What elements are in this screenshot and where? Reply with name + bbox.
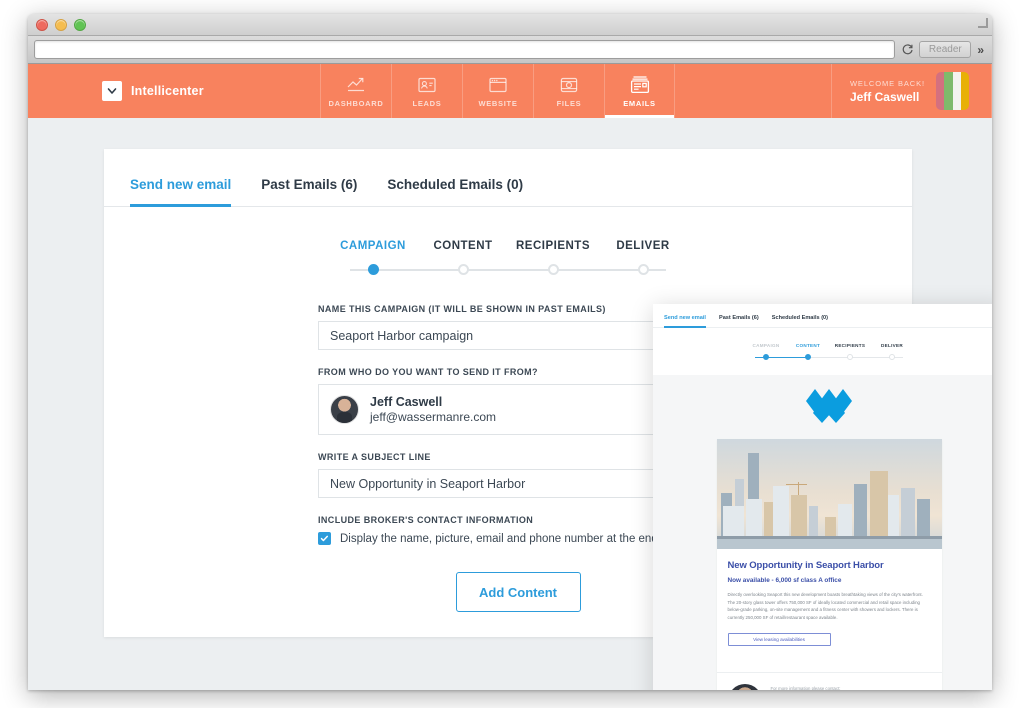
preview-stepper-track [745,354,913,361]
waterfront [716,539,942,549]
nav-label-dashboard: DASHBOARD [328,98,384,108]
preview-tab-past-emails[interactable]: Past Emails (6) [719,315,759,327]
browser-window-icon [488,75,508,95]
email-preview-panel: Send new email Past Emails (6) Scheduled… [653,304,992,690]
email-content: New Opportunity in Seaport Harbor Now av… [717,549,942,659]
nav-label-files: FILES [556,98,582,108]
sender-avatar [330,395,359,424]
preview-step-label-recipients[interactable]: RECIPIENTS [829,343,871,348]
step-label-campaign[interactable]: CAMPAIGN [328,240,418,252]
email-footer: For more information please contact: Jef… [716,671,942,690]
stepper-dots [328,264,688,275]
tab-past-emails[interactable]: Past Emails (6) [261,177,357,206]
preview-step-dot-recipients[interactable] [847,354,853,360]
broker-avatar [727,683,762,690]
email-preview-card: New Opportunity in Seaport Harbor Now av… [716,439,942,690]
nav-label-emails: EMAILS [623,98,656,108]
chevron-down-icon [102,81,122,101]
contact-prompt: For more information please contact: [770,685,841,690]
step-dot-content[interactable] [457,264,469,275]
preview-step-dot-campaign[interactable] [763,354,769,360]
sender-details: Jeff Caswell jeff@wassermanre.com [370,395,496,424]
minimize-window-button[interactable] [55,19,67,31]
contact-card-icon [417,75,437,95]
step-label-content[interactable]: CONTENT [418,240,508,252]
address-input[interactable] [34,40,896,59]
tab-send-new-email[interactable]: Send new email [130,177,232,207]
nav-item-leads[interactable]: LEADS [391,64,462,118]
nav-item-emails[interactable]: EMAILS [604,64,675,118]
stepper-track [328,264,688,276]
preview-stepper: CAMPAIGN CONTENT RECIPIENTS DELIVER [745,343,913,361]
nav-item-website[interactable]: WEBSITE [462,64,533,118]
step-dot-campaign[interactable] [367,264,379,275]
step-dot-deliver[interactable] [637,264,649,275]
file-box-icon [559,75,579,95]
step-label-recipients[interactable]: RECIPIENTS [508,240,598,252]
avatar[interactable] [936,72,969,110]
preview-stepper-dots [745,354,913,360]
broker-info-text: Display the name, picture, email and pho… [340,532,700,545]
browser-toolbar: Reader » [28,36,992,64]
user-profile-area[interactable]: WELCOME BACK! Jeff Caswell [830,64,992,118]
navbar-items: DASHBOARD LEADS WEBSITE FILES EMAILS [320,64,675,118]
navbar-spacer [675,64,831,118]
app-viewport: Intellicenter DASHBOARD LEADS WEBSITE FI… [28,64,992,690]
close-window-button[interactable] [36,19,48,31]
view-leasing-availabilities-button[interactable]: View leasing availabilities [727,632,831,646]
nav-label-website: WEBSITE [478,98,518,108]
broker-contact-details: For more information please contact: Jef… [771,686,841,690]
user-name: Jeff Caswell [849,89,920,104]
composer-tabs: Send new email Past Emails (6) Scheduled… [104,149,912,207]
nav-label-leads: LEADS [412,98,442,108]
preview-stepper-labels: CAMPAIGN CONTENT RECIPIENTS DELIVER [745,343,913,348]
preview-step-dot-deliver[interactable] [889,354,895,360]
stepper-labels: CAMPAIGN CONTENT RECIPIENTS DELIVER [328,240,688,252]
step-dot-recipients[interactable] [547,264,559,275]
email-subtitle: Now available - 6,000 sf class A office [727,577,842,584]
preview-body: New Opportunity in Seaport Harbor Now av… [653,375,992,690]
sender-email: jeff@wassermanre.com [370,410,496,424]
brand-name: Intellicenter [131,84,204,98]
city-skyline-photo [716,439,942,549]
broker-info-checkbox[interactable] [318,532,331,545]
wasserman-w-logo [653,375,992,439]
preview-tab-send-new-email[interactable]: Send new email [664,315,706,328]
reload-icon[interactable] [900,43,914,57]
nav-item-files[interactable]: FILES [533,64,604,118]
campaign-stepper: CAMPAIGN CONTENT RECIPIENTS DELIVER [328,240,688,276]
brand-logo[interactable]: Intellicenter [28,64,320,118]
preview-step-label-campaign[interactable]: CAMPAIGN [745,343,787,348]
welcome-label: WELCOME BACK! [849,78,925,88]
user-greeting: WELCOME BACK! Jeff Caswell [850,79,925,104]
add-content-button[interactable]: Add Content [455,572,581,612]
toolbar-overflow-icon[interactable]: » [977,43,984,57]
resize-handle-icon[interactable] [978,18,988,28]
preview-tabs: Send new email Past Emails (6) Scheduled… [653,304,992,328]
browser-titlebar [28,14,992,36]
app-navbar: Intellicenter DASHBOARD LEADS WEBSITE FI… [28,64,992,118]
window-controls [36,19,86,31]
preview-step-dot-content[interactable] [805,354,811,360]
nav-item-dashboard[interactable]: DASHBOARD [320,64,391,118]
sender-name: Jeff Caswell [370,395,443,409]
preview-step-label-deliver[interactable]: DELIVER [871,343,913,348]
maximize-window-button[interactable] [74,19,86,31]
preview-tab-scheduled-emails[interactable]: Scheduled Emails (0) [772,315,828,327]
tab-scheduled-emails[interactable]: Scheduled Emails (0) [387,177,523,206]
reader-button[interactable]: Reader [919,41,972,58]
preview-step-label-content[interactable]: CONTENT [787,343,829,348]
step-label-deliver[interactable]: DELIVER [598,240,688,252]
email-title: New Opportunity in Seaport Harbor [727,560,884,571]
trend-chart-icon [346,75,366,95]
browser-window: Reader » Intellicenter DASHBOARD LEADS W… [28,14,992,690]
email-newsletter-icon [629,75,651,95]
email-paragraph: Directly overlooking Seaport this new de… [727,592,923,621]
